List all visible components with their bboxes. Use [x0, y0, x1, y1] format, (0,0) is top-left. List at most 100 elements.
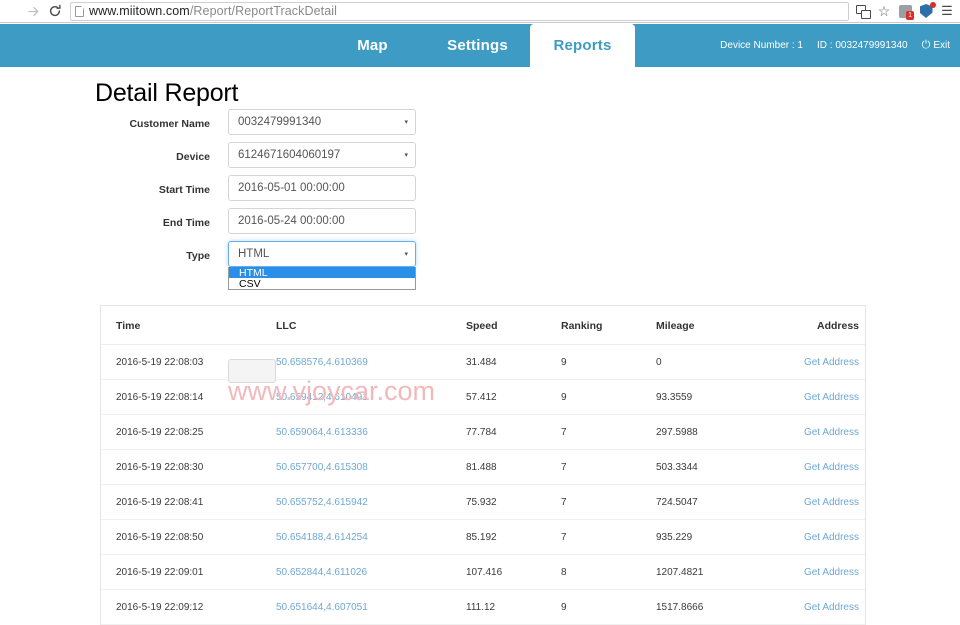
- type-dropdown-list[interactable]: HTML CSV: [228, 267, 416, 290]
- cell-ranking: 7: [561, 450, 656, 485]
- cell-speed: 85.192: [466, 520, 561, 555]
- llc-coordinate-link[interactable]: 50.654188,4.614254: [276, 532, 368, 543]
- browser-toolbar: back-arrow-icon www.miitown.com/Report/R…: [0, 0, 960, 23]
- column-header-ranking[interactable]: Ranking: [561, 306, 656, 345]
- cell-ranking: 7: [561, 520, 656, 555]
- url-text: www.miitown.com/Report/ReportTrackDetail: [89, 4, 337, 18]
- cell-address: Get Address: [781, 590, 866, 625]
- reload-icon[interactable]: [44, 1, 66, 21]
- cell-mileage: 724.5047: [656, 485, 781, 520]
- device-label: Device: [95, 151, 210, 163]
- cell-llc: 50.659412,4.610491: [276, 380, 466, 415]
- app-header-bar: Map Settings Reports Device Number : 1 I…: [0, 24, 960, 67]
- bookmark-star-icon[interactable]: ☆: [874, 1, 894, 21]
- type-value: HTML: [238, 248, 269, 260]
- llc-coordinate-link[interactable]: 50.657700,4.615308: [276, 462, 368, 473]
- start-time-value: 2016-05-01 00:00:00: [238, 182, 345, 194]
- cell-time: 2016-5-19 22:08:41: [101, 485, 276, 520]
- start-time-input[interactable]: 2016-05-01 00:00:00: [228, 175, 416, 201]
- cell-mileage: 1517.8666: [656, 590, 781, 625]
- get-address-link[interactable]: Get Address: [804, 392, 859, 403]
- chevron-down-icon: ▾: [404, 118, 408, 126]
- cell-ranking: 9: [561, 345, 656, 380]
- llc-coordinate-link[interactable]: 50.659412,4.610491: [276, 392, 368, 403]
- cell-address: Get Address: [781, 345, 866, 380]
- chevron-down-icon: ▾: [404, 151, 408, 159]
- get-address-link[interactable]: Get Address: [804, 532, 859, 543]
- get-address-link[interactable]: Get Address: [804, 497, 859, 508]
- main-navigation: Map Settings Reports: [320, 24, 635, 67]
- llc-coordinate-link[interactable]: 50.658576,4.610369: [276, 357, 368, 368]
- cell-mileage: 93.3559: [656, 380, 781, 415]
- table-row: 2016-5-19 22:08:4150.655752,4.615942 75.9…: [101, 485, 866, 520]
- back-arrow-icon[interactable]: back-arrow-icon: [0, 1, 22, 21]
- column-header-llc[interactable]: LLC: [276, 306, 466, 345]
- address-bar[interactable]: www.miitown.com/Report/ReportTrackDetail: [70, 2, 849, 21]
- device-number-label: Device Number : 1: [720, 40, 803, 51]
- cell-time: 2016-5-19 22:08:25: [101, 415, 276, 450]
- type-option-html[interactable]: HTML: [229, 267, 415, 278]
- cell-address: Get Address: [781, 485, 866, 520]
- column-header-address[interactable]: Address: [781, 306, 866, 345]
- browser-menu-icon[interactable]: ☰: [937, 1, 957, 21]
- get-address-link[interactable]: Get Address: [804, 462, 859, 473]
- cell-llc: 50.654188,4.614254: [276, 520, 466, 555]
- type-select[interactable]: HTML ▾: [228, 241, 416, 267]
- tab-settings[interactable]: Settings: [425, 24, 530, 67]
- end-time-input[interactable]: 2016-05-24 00:00:00: [228, 208, 416, 234]
- shield-badge-dot: [930, 2, 936, 8]
- cell-speed: 75.932: [466, 485, 561, 520]
- cell-time: 2016-5-19 22:08:50: [101, 520, 276, 555]
- tab-reports[interactable]: Reports: [530, 24, 635, 67]
- table-row: 2016-5-19 22:09:1250.651644,4.607051111.…: [101, 590, 866, 625]
- form-row-device: Device 6124671604060197 ▾: [0, 142, 960, 175]
- cell-speed: 81.488: [466, 450, 561, 485]
- cell-llc: 50.657700,4.615308: [276, 450, 466, 485]
- cell-speed: 57.412: [466, 380, 561, 415]
- cell-time: 2016-5-19 22:08:14: [101, 380, 276, 415]
- get-address-link[interactable]: Get Address: [804, 357, 859, 368]
- submit-button[interactable]: [228, 359, 276, 383]
- column-header-speed[interactable]: Speed: [466, 306, 561, 345]
- cell-mileage: 0: [656, 345, 781, 380]
- forward-arrow-icon[interactable]: [22, 1, 44, 21]
- shield-extension-icon[interactable]: [916, 1, 936, 21]
- cell-address: Get Address: [781, 450, 866, 485]
- device-select[interactable]: 6124671604060197 ▾: [228, 142, 416, 168]
- table-row: 2016-5-19 22:08:5050.654188,4.614254 85.1…: [101, 520, 866, 555]
- exit-button[interactable]: ⏻ Exit: [922, 39, 950, 52]
- header-account-info: Device Number : 1 ID : 0032479991340 ⏻ E…: [720, 24, 950, 67]
- get-address-link[interactable]: Get Address: [804, 567, 859, 578]
- type-option-csv[interactable]: CSV: [229, 278, 415, 289]
- cell-llc: 50.655752,4.615942: [276, 485, 466, 520]
- column-header-mileage[interactable]: Mileage: [656, 306, 781, 345]
- cast-icon[interactable]: [853, 1, 873, 21]
- report-filter-form: Customer Name 0032479991340 ▾ Device 612…: [0, 109, 960, 274]
- get-address-link[interactable]: Get Address: [804, 602, 859, 613]
- llc-coordinate-link[interactable]: 50.652844,4.611026: [276, 567, 367, 578]
- cell-speed: 111.12: [466, 590, 561, 625]
- device-value: 6124671604060197: [238, 149, 340, 161]
- column-header-time[interactable]: Time: [101, 306, 276, 345]
- llc-coordinate-link[interactable]: 50.655752,4.615942: [276, 497, 368, 508]
- customer-name-select[interactable]: 0032479991340 ▾: [228, 109, 416, 135]
- form-row-customer-name: Customer Name 0032479991340 ▾: [0, 109, 960, 142]
- extension-badge: 1: [906, 11, 914, 20]
- type-label: Type: [95, 250, 210, 262]
- cell-ranking: 9: [561, 380, 656, 415]
- cell-llc: 50.658576,4.610369: [276, 345, 466, 380]
- cell-speed: 31.484: [466, 345, 561, 380]
- get-address-link[interactable]: Get Address: [804, 427, 859, 438]
- table-row: 2016-5-19 22:08:1450.659412,4.610491 57.4…: [101, 380, 866, 415]
- save-extension-icon[interactable]: 1: [895, 1, 915, 21]
- customer-name-value: 0032479991340: [238, 116, 321, 128]
- account-id-label: ID : 0032479991340: [817, 40, 908, 51]
- llc-coordinate-link[interactable]: 50.659064,4.613336: [276, 427, 368, 438]
- tab-map[interactable]: Map: [320, 24, 425, 67]
- cell-mileage: 297.5988: [656, 415, 781, 450]
- end-time-value: 2016-05-24 00:00:00: [238, 215, 345, 227]
- llc-coordinate-link[interactable]: 50.651644,4.607051: [276, 602, 368, 613]
- table-row: 2016-5-19 22:08:0350.658576,4.61036931.4…: [101, 345, 866, 380]
- end-time-label: End Time: [95, 217, 210, 229]
- cell-llc: 50.651644,4.607051: [276, 590, 466, 625]
